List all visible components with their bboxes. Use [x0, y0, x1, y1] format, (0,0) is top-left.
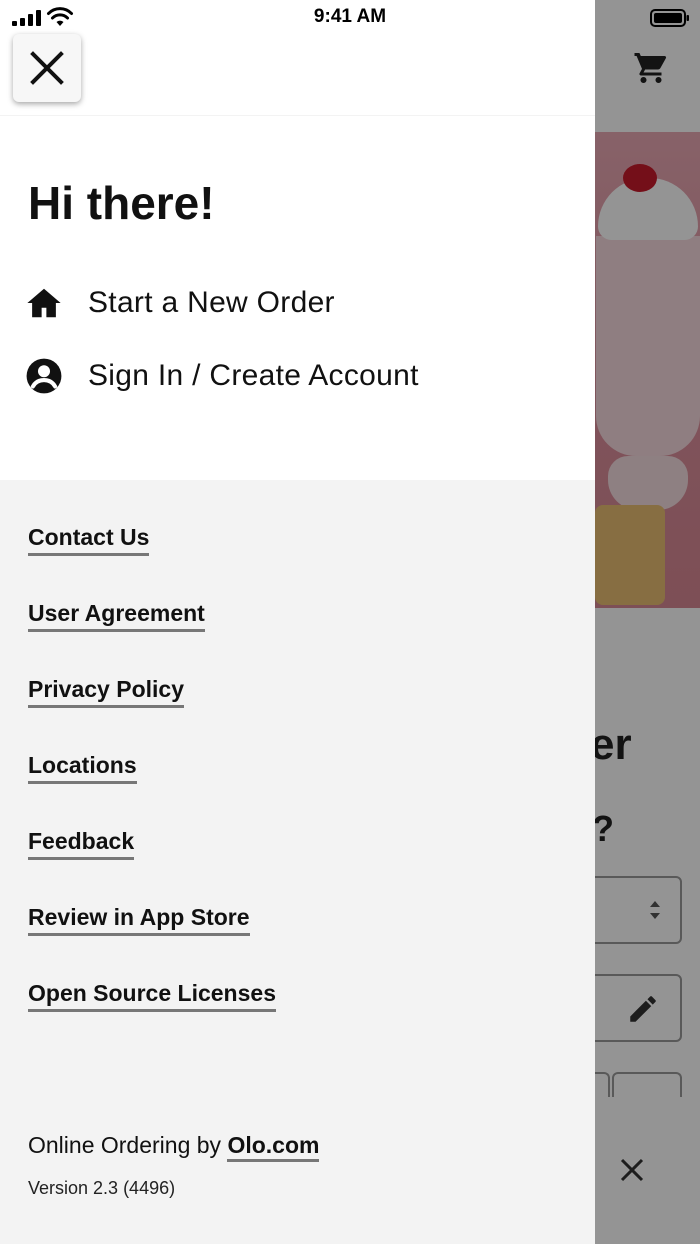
close-icon	[30, 51, 64, 85]
footer-prefix: Online Ordering by	[28, 1132, 228, 1158]
review-app-store-link[interactable]: Review in App Store	[28, 903, 250, 936]
menu-item-label: Sign In / Create Account	[88, 359, 419, 392]
battery-icon	[650, 8, 690, 28]
feedback-link[interactable]: Feedback	[28, 827, 135, 860]
privacy-policy-link[interactable]: Privacy Policy	[28, 675, 184, 708]
account-circle-icon	[24, 356, 64, 396]
greeting-title: Hi there!	[28, 177, 215, 229]
home-icon	[24, 283, 64, 323]
status-time: 9:41 AM	[313, 6, 387, 27]
footer-credit: Online Ordering by Olo.com	[28, 1130, 320, 1162]
sign-in-item[interactable]: Sign In / Create Account	[24, 351, 564, 401]
close-drawer-button[interactable]	[13, 34, 81, 102]
status-bar: 9:41 AM	[0, 0, 700, 36]
start-new-order-item[interactable]: Start a New Order	[24, 278, 564, 328]
contact-us-link[interactable]: Contact Us	[28, 523, 150, 556]
menu-item-label: Start a New Order	[88, 286, 335, 319]
side-drawer: Hi there! Start a New Order Sign In / Cr…	[0, 0, 595, 1244]
open-source-licenses-link[interactable]: Open Source Licenses	[28, 979, 276, 1012]
user-agreement-link[interactable]: User Agreement	[28, 599, 205, 632]
olo-link[interactable]: Olo.com	[227, 1132, 320, 1162]
locations-link[interactable]: Locations	[28, 751, 137, 784]
version-text: Version 2.3 (4496)	[28, 1178, 176, 1198]
